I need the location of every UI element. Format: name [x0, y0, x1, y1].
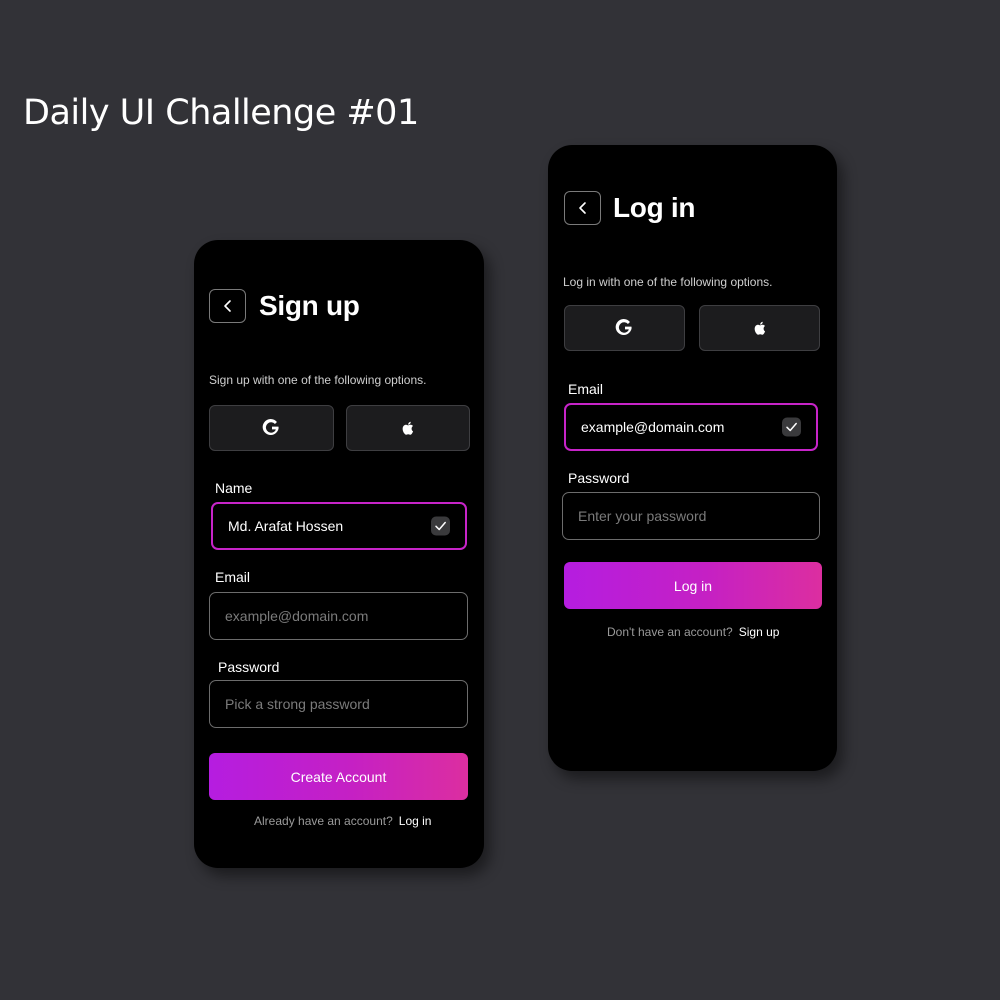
google-login-button[interactable] — [564, 305, 685, 351]
signup-footer: Already have an account? Log in — [254, 814, 431, 828]
login-link[interactable]: Log in — [399, 814, 432, 828]
login-footer: Don't have an account? Sign up — [607, 625, 779, 639]
name-value: Md. Arafat Hossen — [228, 518, 344, 534]
email-placeholder: example@domain.com — [225, 608, 369, 624]
create-account-button[interactable]: Create Account — [209, 753, 468, 800]
signup-subtitle: Sign up with one of the following option… — [209, 373, 427, 387]
email-valid-check — [782, 417, 801, 437]
apple-icon — [754, 321, 765, 335]
password-placeholder: Enter your password — [578, 508, 707, 524]
google-signup-button[interactable] — [209, 405, 334, 451]
google-icon — [615, 319, 632, 336]
password-field[interactable]: Enter your password — [562, 492, 820, 540]
chevron-left-icon — [578, 202, 586, 214]
login-screen: Log in Log in with one of the following … — [548, 145, 837, 771]
name-label: Name — [215, 480, 253, 496]
signup-link[interactable]: Sign up — [739, 625, 780, 639]
password-label: Password — [568, 470, 630, 486]
apple-signup-button[interactable] — [346, 405, 470, 451]
login-subtitle: Log in with one of the following options… — [563, 275, 773, 289]
back-button[interactable] — [564, 191, 601, 225]
login-title: Log in — [613, 192, 696, 223]
back-button[interactable] — [209, 289, 246, 323]
name-valid-check — [431, 516, 450, 536]
email-label: Email — [568, 381, 604, 397]
email-label: Email — [215, 569, 251, 585]
login-footer-text: Don't have an account? — [607, 625, 733, 639]
password-label: Password — [218, 659, 280, 675]
login-button[interactable]: Log in — [564, 562, 822, 609]
email-value: example@domain.com — [581, 419, 725, 435]
apple-icon — [402, 421, 414, 435]
google-icon — [262, 419, 279, 436]
signup-footer-text: Already have an account? — [254, 814, 393, 828]
page-heading: Daily UI Challenge #01 — [23, 93, 419, 133]
password-field[interactable]: Pick a strong password — [209, 680, 468, 728]
apple-login-button[interactable] — [699, 305, 820, 351]
email-field[interactable]: example@domain.com — [564, 403, 818, 451]
password-placeholder: Pick a strong password — [225, 696, 370, 712]
check-icon — [435, 521, 446, 531]
signup-title: Sign up — [259, 290, 360, 321]
name-field[interactable]: Md. Arafat Hossen — [211, 502, 467, 550]
chevron-left-icon — [223, 300, 231, 312]
signup-screen: Sign up Sign up with one of the followin… — [194, 240, 484, 868]
check-icon — [786, 422, 797, 432]
email-field[interactable]: example@domain.com — [209, 592, 468, 640]
